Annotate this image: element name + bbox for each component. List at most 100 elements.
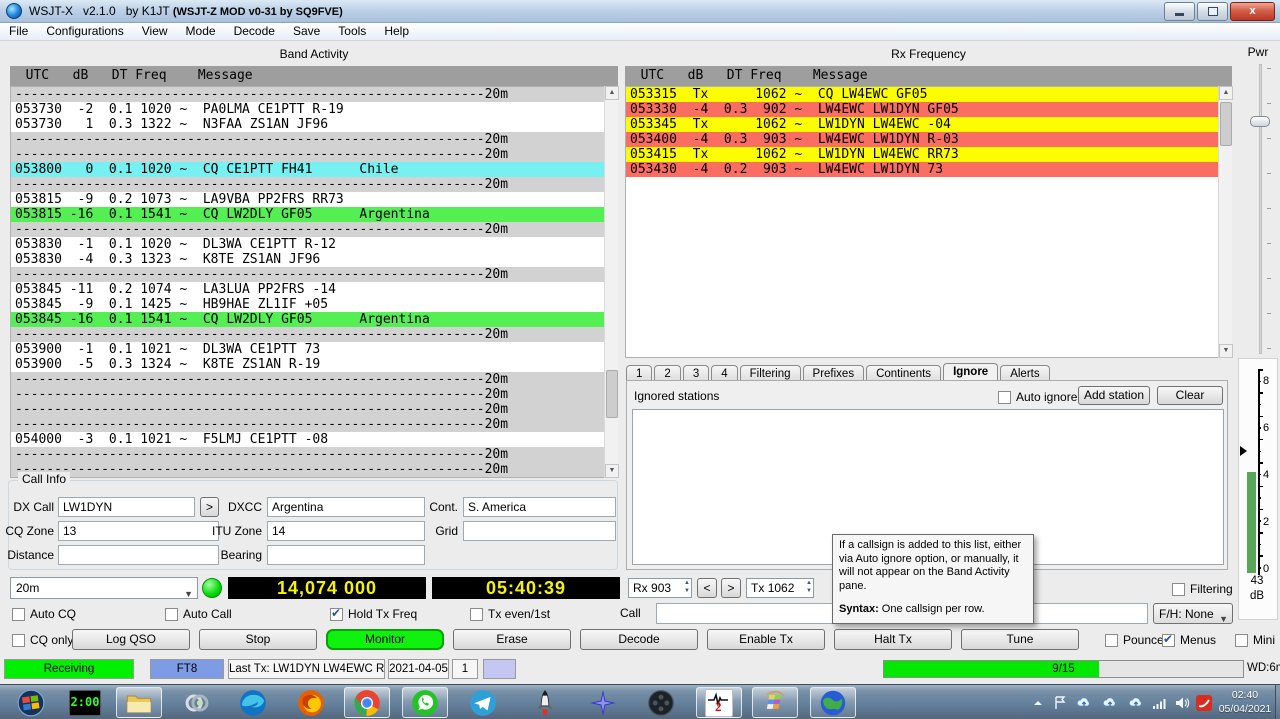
globe-icon[interactable] bbox=[810, 687, 856, 718]
distance-field[interactable] bbox=[58, 545, 219, 565]
menu-tools[interactable]: Tools bbox=[329, 23, 375, 40]
scroll-thumb[interactable] bbox=[1220, 102, 1232, 146]
clear-button[interactable]: Clear bbox=[1157, 386, 1223, 405]
menu-save[interactable]: Save bbox=[284, 23, 329, 40]
chrome-browser-icon[interactable] bbox=[344, 687, 390, 718]
volume-icon[interactable] bbox=[1172, 693, 1192, 713]
band-decode-row[interactable]: 053730 -2 0.1 1020 ~ PA0LMA CE1PTT R-19 bbox=[11, 102, 617, 117]
film-reel-icon[interactable] bbox=[638, 687, 684, 718]
rx-decode-row[interactable]: 053315 Tx 1062 ~ CQ LW4EWC GF05 bbox=[626, 87, 1231, 102]
windows-start-icon[interactable] bbox=[8, 687, 54, 718]
tune-button[interactable]: Tune bbox=[961, 629, 1079, 650]
menus-checkbox[interactable]: Menus bbox=[1162, 632, 1216, 648]
scroll-up-icon[interactable]: ▲ bbox=[1219, 86, 1233, 100]
hidden-icons-arrow-icon[interactable] bbox=[1028, 693, 1048, 713]
rx-frequency-list[interactable]: 053315 Tx 1062 ~ CQ LW4EWC GF05053330 -4… bbox=[625, 86, 1232, 358]
file-explorer-icon[interactable] bbox=[116, 687, 162, 718]
grid-map-icon[interactable] bbox=[752, 687, 798, 718]
telegram-icon[interactable] bbox=[460, 687, 506, 718]
band-decode-row[interactable]: 053900 -5 0.3 1324 ~ K8TE ZS1AN R-19 bbox=[11, 357, 617, 372]
menu-configurations[interactable]: Configurations bbox=[37, 23, 132, 40]
taskbar-clock[interactable]: 02:40 05/04/2021 bbox=[1216, 688, 1274, 716]
tx-to-rx-button[interactable]: < bbox=[697, 578, 717, 598]
dx-call-field[interactable]: LW1DYN bbox=[58, 497, 195, 517]
rx-decode-row[interactable]: 053430 -4 0.2 903 ~ LW4EWC LW1DYN 73 bbox=[626, 162, 1231, 177]
erase-button[interactable]: Erase bbox=[453, 629, 571, 650]
menu-view[interactable]: View bbox=[133, 23, 177, 40]
rx-decode-row[interactable]: 053400 -4 0.3 903 ~ LW4EWC LW1DYN R-03 bbox=[626, 132, 1231, 147]
clock-widget-icon[interactable]: 2:00 bbox=[62, 687, 108, 718]
band-decode-row[interactable]: 053845 -11 0.2 1074 ~ LA3LUA PP2FRS -14 bbox=[11, 282, 617, 297]
cloud-upload-icon[interactable] bbox=[1100, 693, 1120, 713]
menu-decode[interactable]: Decode bbox=[225, 23, 284, 40]
frequency-display[interactable]: 14,074 000 bbox=[228, 577, 426, 599]
menu-help[interactable]: Help bbox=[375, 23, 418, 40]
decode-button[interactable]: Decode bbox=[580, 629, 698, 650]
avira-antivirus-icon[interactable] bbox=[1194, 693, 1214, 713]
pounce-checkbox[interactable]: Pounce bbox=[1105, 632, 1164, 648]
band-decode-row[interactable]: 053815 -16 0.1 1541 ~ CQ LW2DLY GF05 Arg… bbox=[11, 207, 617, 222]
dxcc-field[interactable]: Argentina bbox=[267, 497, 425, 517]
rx-to-tx-button[interactable]: > bbox=[721, 578, 741, 598]
pwr-slider-track[interactable] bbox=[1259, 64, 1262, 354]
band-decode-row[interactable]: 053900 -1 0.1 1021 ~ DL3WA CE1PTT 73 bbox=[11, 342, 617, 357]
scroll-thumb[interactable] bbox=[606, 370, 618, 418]
cloud-upload-icon[interactable] bbox=[1126, 693, 1146, 713]
whatsapp-icon[interactable] bbox=[402, 687, 448, 718]
tx-even-checkbox[interactable]: Tx even/1st bbox=[470, 606, 550, 622]
rx-decode-row[interactable]: 053415 Tx 1062 ~ LW1DYN LW4EWC RR73 bbox=[626, 147, 1231, 162]
monitor-button[interactable]: Monitor bbox=[326, 629, 444, 650]
itu-zone-field[interactable]: 14 bbox=[267, 521, 425, 541]
signal-bars-icon[interactable] bbox=[1150, 693, 1170, 713]
band-select[interactable]: 20m▼ bbox=[10, 577, 198, 599]
title-bar[interactable]: WSJT-X v2.1.0 by K1JT (WSJT-Z MOD v0-31 … bbox=[0, 0, 1280, 23]
tx-freq-spinner[interactable]: Tx 1062 ▲▼ bbox=[746, 578, 814, 598]
close-button[interactable]: x bbox=[1230, 2, 1275, 21]
menu-file[interactable]: File bbox=[0, 23, 37, 40]
add-station-button[interactable]: Add station bbox=[1078, 386, 1150, 405]
band-decode-row[interactable]: 053845 -9 0.1 1425 ~ HB9HAE ZL1IF +05 bbox=[11, 297, 617, 312]
band-decode-row[interactable]: 053830 -1 0.1 1020 ~ DL3WA CE1PTT R-12 bbox=[11, 237, 617, 252]
rx-decode-row[interactable]: 053330 -4 0.3 902 ~ LW4EWC LW1DYN GF05 bbox=[626, 102, 1231, 117]
space-shuttle-icon[interactable] bbox=[522, 687, 568, 718]
band-activity-list[interactable]: ----------------------------------------… bbox=[10, 86, 618, 478]
rings-app-icon[interactable] bbox=[174, 687, 220, 718]
auto-cq-checkbox[interactable]: Auto CQ bbox=[12, 606, 76, 622]
dx-call-lookup-button[interactable]: > bbox=[200, 497, 219, 517]
band-decode-row[interactable]: 053730 1 0.3 1322 ~ N3FAA ZS1AN JF96 bbox=[11, 117, 617, 132]
network-flag-icon[interactable] bbox=[1050, 693, 1070, 713]
bearing-field[interactable] bbox=[267, 545, 425, 565]
cloud-upload-icon[interactable] bbox=[1074, 693, 1094, 713]
minimize-button[interactable] bbox=[1164, 2, 1195, 21]
menu-mode[interactable]: Mode bbox=[177, 23, 225, 40]
spinner-arrows-icon[interactable]: ▲▼ bbox=[684, 579, 690, 595]
band-decode-row[interactable]: 053800 0 0.1 1020 ~ CQ CE1PTT FH41 Chile bbox=[11, 162, 617, 177]
pwr-slider-handle[interactable] bbox=[1250, 116, 1270, 127]
scroll-down-icon[interactable]: ▼ bbox=[605, 464, 619, 478]
pwr-slider[interactable] bbox=[1240, 60, 1278, 358]
compass-star-icon[interactable] bbox=[580, 687, 626, 718]
cq-zone-field[interactable]: 13 bbox=[58, 521, 219, 541]
band-decode-row[interactable]: 053845 -16 0.1 1541 ~ CQ LW2DLY GF05 Arg… bbox=[11, 312, 617, 327]
show-desktop-button[interactable] bbox=[1275, 685, 1280, 719]
filtering-checkbox[interactable]: Filtering bbox=[1172, 581, 1233, 597]
stop-button[interactable]: Stop bbox=[199, 629, 317, 650]
band-decode-row[interactable]: 054000 -3 0.1 1021 ~ F5LMJ CE1PTT -08 bbox=[11, 432, 617, 447]
halt-tx-button[interactable]: Halt Tx bbox=[834, 629, 952, 650]
restore-button[interactable] bbox=[1197, 2, 1228, 21]
log-qso-button[interactable]: Log QSO bbox=[72, 629, 190, 650]
band-activity-scrollbar[interactable]: ▲ ▼ bbox=[604, 86, 618, 478]
wsjtx-app-icon[interactable]: 2 bbox=[696, 687, 742, 718]
fh-mode-select[interactable]: F/H: None▼ bbox=[1153, 603, 1233, 624]
cq-only-checkbox[interactable]: CQ only bbox=[12, 632, 73, 648]
firefox-browser-icon[interactable] bbox=[288, 687, 334, 718]
band-decode-row[interactable]: 053830 -4 0.3 1323 ~ K8TE ZS1AN JF96 bbox=[11, 252, 617, 267]
hold-tx-freq-checkbox[interactable]: Hold Tx Freq bbox=[330, 606, 417, 622]
auto-call-checkbox[interactable]: Auto Call bbox=[165, 606, 232, 622]
band-decode-row[interactable]: 053815 -9 0.2 1073 ~ LA9VBA PP2FRS RR73 bbox=[11, 192, 617, 207]
scroll-up-icon[interactable]: ▲ bbox=[605, 86, 619, 100]
auto-ignore-checkbox[interactable]: Auto ignore bbox=[998, 389, 1077, 405]
grid-info-field[interactable] bbox=[463, 521, 616, 541]
enable-tx-button[interactable]: Enable Tx bbox=[707, 629, 825, 650]
rx-frequency-scrollbar[interactable]: ▲ ▼ bbox=[1218, 86, 1232, 358]
